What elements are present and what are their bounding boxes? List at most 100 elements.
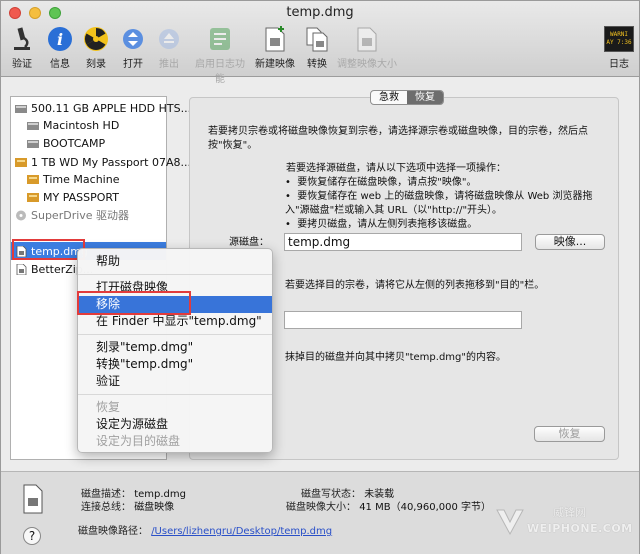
image-button[interactable]: 映像... xyxy=(535,234,605,250)
list-item[interactable]: Time Machine xyxy=(27,170,119,188)
list-item[interactable]: SuperDrive 驱动器 xyxy=(15,206,129,224)
log-badge-line1: WARNI xyxy=(609,31,629,38)
radiation-icon xyxy=(82,25,110,53)
open-button[interactable]: 打开 xyxy=(118,25,148,73)
resize-image-icon xyxy=(353,25,381,53)
menu-item-show-in-finder[interactable]: 在 Finder 中显示"temp.dmg" xyxy=(78,313,272,330)
image-size-key: 磁盘映像大小： xyxy=(286,502,356,513)
source-instructions: 若要选择源磁盘，请从以下选项中选择一项操作： xyxy=(286,163,506,174)
context-menu: 帮助 打开磁盘映像 移除 在 Finder 中显示"temp.dmg" 刻录"t… xyxy=(77,248,273,453)
new-image-icon xyxy=(261,25,289,53)
highlight-box-sidebar xyxy=(12,239,85,260)
watermark-cn: 威锋网 xyxy=(553,506,586,519)
image-path-key: 磁盘映像路径： xyxy=(78,526,148,537)
tab-first-aid[interactable]: 急救 xyxy=(371,91,407,104)
disk-utility-window: temp.dmg 验证 i 信息 刻录 打开 推出 启用日志功能 新建映像 转换… xyxy=(0,0,640,554)
tab-bar: 急救 恢复 xyxy=(370,90,444,105)
menu-separator xyxy=(78,334,272,335)
volume-icon xyxy=(27,174,39,184)
menu-item-help[interactable]: 帮助 xyxy=(78,253,272,270)
sidebar-item-label: MY PASSPORT xyxy=(43,190,119,204)
list-item[interactable]: 500.11 GB APPLE HDD HTS... xyxy=(15,99,191,117)
menu-item-convert[interactable]: 转换"temp.dmg" xyxy=(78,356,272,373)
external-disk-icon xyxy=(15,157,27,167)
volume-icon xyxy=(27,139,39,148)
list-item[interactable]: MY PASSPORT xyxy=(27,188,119,206)
erase-destination-text: 抹掉目的磁盘并向其中拷贝"temp.dmg"的内容。 xyxy=(285,352,506,363)
connection-bus: 连接总线： 磁盘映像 xyxy=(81,498,174,513)
menu-separator xyxy=(78,394,272,395)
enable-journaling-button[interactable]: 启用日志功能 xyxy=(191,25,249,85)
list-item[interactable]: 1 TB WD My Passport 07A8... xyxy=(15,153,191,171)
image-size: 磁盘映像大小： 41 MB（40,960,000 字节） xyxy=(286,498,491,513)
hard-disk-icon xyxy=(15,104,27,113)
source-disk-field[interactable]: temp.dmg xyxy=(284,233,522,251)
volume-icon xyxy=(27,192,39,202)
verify-label: 验证 xyxy=(12,59,32,70)
source-step-2-text: 要恢复储存在 web 上的磁盘映像，请将磁盘映像从 Web 浏览器拖入"源磁盘"… xyxy=(285,191,593,216)
sidebar-item-label: 500.11 GB APPLE HDD HTS... xyxy=(31,101,192,115)
disk-image-icon xyxy=(16,263,27,275)
menu-separator xyxy=(78,274,272,275)
sidebar-item-label: 1 TB WD My Passport 07A8... xyxy=(31,155,191,169)
sidebar-item-label: Time Machine xyxy=(43,172,120,186)
log-label: 日志 xyxy=(609,59,629,70)
menu-item-restore[interactable]: 恢复 xyxy=(78,399,272,416)
weiphone-logo-icon xyxy=(496,509,524,536)
list-item[interactable]: BOOTCAMP xyxy=(27,134,105,152)
convert-label: 转换 xyxy=(307,59,327,70)
info-button[interactable]: i 信息 xyxy=(45,25,75,73)
burn-button[interactable]: 刻录 xyxy=(81,25,111,73)
info-label: 信息 xyxy=(50,59,70,70)
image-size-value: 41 MB（40,960,000 字节） xyxy=(359,502,492,513)
menu-item-set-destination[interactable]: 设定为目的磁盘 xyxy=(78,433,272,450)
source-step-3: • 要拷贝磁盘，请从左侧列表拖移该磁盘。 xyxy=(285,219,478,230)
watermark-en: WEIPHONE.COM xyxy=(527,522,633,535)
sidebar-item-label: Macintosh HD xyxy=(43,118,120,132)
info-icon: i xyxy=(46,25,74,53)
source-step-1: • 要恢复储存在磁盘映像，请点按"映像"。 xyxy=(285,177,477,188)
sidebar-item-label: BOOTCAMP xyxy=(43,136,106,150)
tab-restore[interactable]: 恢复 xyxy=(407,91,443,104)
menu-item-verify[interactable]: 验证 xyxy=(78,373,272,390)
new-image-label: 新建映像 xyxy=(255,59,295,70)
highlight-box-remove xyxy=(77,291,191,315)
eject-label: 推出 xyxy=(159,59,179,70)
source-step-3-text: 要拷贝磁盘，请从左侧列表拖移该磁盘。 xyxy=(297,219,478,230)
verify-button[interactable]: 验证 xyxy=(7,25,37,73)
connection-bus-key: 连接总线： xyxy=(81,502,131,513)
convert-icon xyxy=(303,25,331,53)
open-label: 打开 xyxy=(123,59,143,70)
microscope-icon xyxy=(8,25,36,53)
resize-image-label: 调整映像大小 xyxy=(337,59,397,70)
resize-image-button[interactable]: 调整映像大小 xyxy=(337,25,397,73)
menu-item-burn[interactable]: 刻录"temp.dmg" xyxy=(78,339,272,356)
log-button[interactable]: WARNI AY 7:36 日志 xyxy=(603,25,635,73)
destination-field[interactable] xyxy=(284,311,522,329)
new-image-button[interactable]: 新建映像 xyxy=(255,25,295,73)
restore-button[interactable]: 恢复 xyxy=(534,426,605,442)
image-path-link[interactable]: /Users/lizhengru/Desktop/temp.dmg xyxy=(151,526,332,537)
eject-button[interactable]: 推出 xyxy=(154,25,184,73)
window-title: temp.dmg xyxy=(286,5,354,20)
list-item[interactable]: Macintosh HD xyxy=(27,116,119,134)
titlebar: temp.dmg 验证 i 信息 刻录 打开 推出 启用日志功能 新建映像 转换… xyxy=(1,1,639,85)
disk-image-large-icon xyxy=(23,484,43,514)
image-path: 磁盘映像路径： /Users/lizhengru/Desktop/temp.dm… xyxy=(78,522,332,537)
help-button[interactable]: ? xyxy=(23,527,41,545)
info-bar: ? 磁盘描述： temp.dmg 连接总线： 磁盘映像 磁盘写状态： 未装载 磁… xyxy=(1,471,639,554)
source-step-1-text: 要恢复储存在磁盘映像，请点按"映像"。 xyxy=(297,177,477,188)
svg-text:i: i xyxy=(57,30,63,49)
eject-icon xyxy=(155,25,183,53)
convert-button[interactable]: 转换 xyxy=(303,25,331,73)
connection-bus-value: 磁盘映像 xyxy=(134,502,175,513)
menu-item-set-source[interactable]: 设定为源磁盘 xyxy=(78,416,272,433)
watermark: 威锋网 WEIPHONE.COM xyxy=(493,500,632,544)
source-step-2: • 要恢复储存在 web 上的磁盘映像，请将磁盘映像从 Web 浏览器拖入"源磁… xyxy=(285,191,593,216)
optical-drive-icon xyxy=(16,210,26,220)
mount-icon xyxy=(119,25,147,53)
volume-icon xyxy=(27,121,39,130)
log-badge-line2: AY 7:36 xyxy=(606,39,632,46)
console-log-icon: WARNI AY 7:36 xyxy=(604,25,634,53)
enable-journaling-label: 启用日志功能 xyxy=(195,59,245,85)
